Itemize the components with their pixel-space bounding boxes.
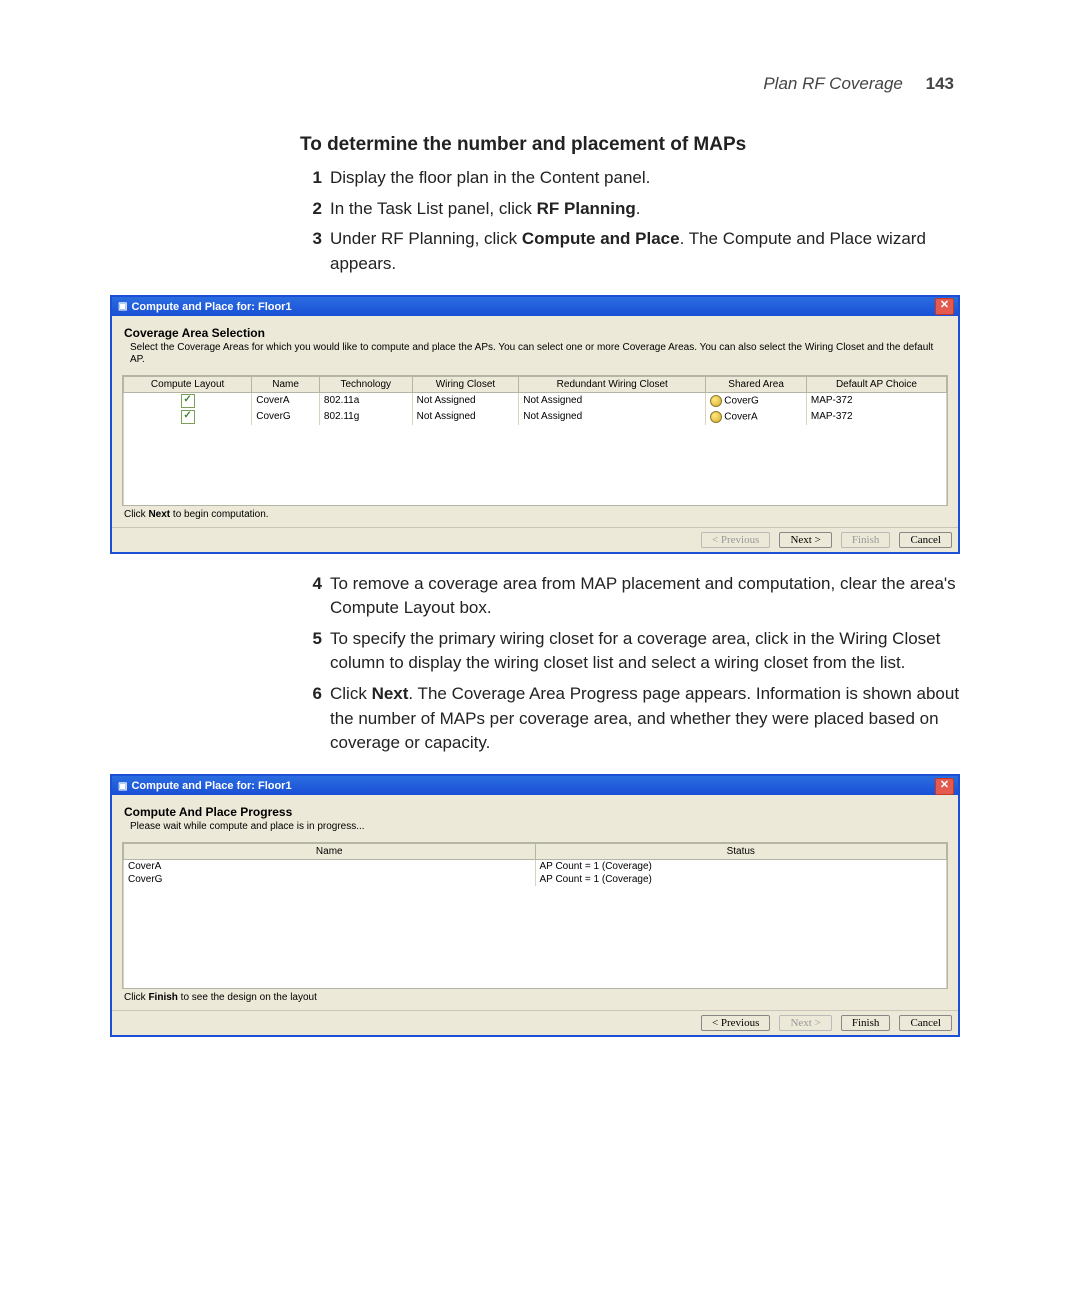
wizard2-desc: Please wait while compute and place is i…	[130, 821, 948, 834]
cancel-button[interactable]: Cancel	[899, 532, 952, 548]
progress-table: NameStatus CoverAAP Count = 1 (Coverage)…	[123, 843, 947, 988]
wizard1-buttons: < Previous Next > Finish Cancel	[112, 527, 958, 552]
checkbox-icon[interactable]: ✓	[181, 410, 195, 424]
step-text: To specify the primary wiring closet for…	[330, 627, 960, 676]
table-row[interactable]: ✓CoverG802.11gNot AssignedNot AssignedCo…	[124, 409, 947, 425]
step-text: Display the floor plan in the Content pa…	[330, 166, 650, 191]
body-text-mid: 4To remove a coverage area from MAP plac…	[300, 572, 960, 756]
wizard1-hint: Click Next to begin computation.	[124, 509, 948, 520]
cell-wiring-closet[interactable]: Not Assigned	[412, 409, 519, 425]
finish-button[interactable]: Finish	[841, 532, 891, 548]
cell-ap[interactable]: MAP-372	[806, 409, 946, 425]
cell-shared: CoverG	[706, 392, 807, 409]
cell-tech: 802.11g	[319, 409, 412, 425]
step-item: 6Click Next. The Coverage Area Progress …	[300, 682, 960, 756]
wizard2-title: Compute and Place for: Floor1	[131, 780, 291, 792]
next-button[interactable]: Next >	[779, 1015, 831, 1031]
cell-name: CoverA	[124, 859, 536, 873]
cell-tech: 802.11a	[319, 392, 412, 409]
cell-name: CoverG	[124, 873, 536, 886]
step-number: 2	[300, 197, 322, 222]
wizard-icon: ▣	[118, 301, 127, 312]
wizard1-title: Compute and Place for: Floor1	[131, 301, 291, 313]
cell-status: AP Count = 1 (Coverage)	[535, 873, 947, 886]
cell-name: CoverG	[252, 409, 320, 425]
cell-redundant-wc[interactable]: Not Assigned	[519, 392, 706, 409]
column-header[interactable]: Default AP Choice	[806, 376, 946, 392]
finish-button[interactable]: Finish	[841, 1015, 891, 1031]
coverage-table: Compute LayoutNameTechnologyWiring Close…	[123, 376, 947, 505]
step-number: 6	[300, 682, 322, 756]
step-item: 1 Display the floor plan in the Content p…	[300, 166, 960, 191]
close-icon[interactable]: ✕	[935, 298, 954, 315]
shared-area-icon	[710, 411, 722, 423]
cell-name: CoverA	[252, 392, 320, 409]
column-header[interactable]: Technology	[319, 376, 412, 392]
previous-button[interactable]: < Previous	[701, 1015, 770, 1031]
column-header[interactable]: Shared Area	[706, 376, 807, 392]
column-header[interactable]: Name	[252, 376, 320, 392]
wizard-progress: ▣ Compute and Place for: Floor1 ✕ Comput…	[110, 774, 960, 1037]
running-header: Plan RF Coverage 143	[110, 74, 954, 94]
body-text-top: To determine the number and placement of…	[300, 134, 960, 277]
step-text: In the Task List panel, click RF Plannin…	[330, 197, 641, 222]
wizard-icon: ▣	[118, 781, 127, 792]
step-item: 4To remove a coverage area from MAP plac…	[300, 572, 960, 621]
checkbox-icon[interactable]: ✓	[181, 394, 195, 408]
step-text: To remove a coverage area from MAP place…	[330, 572, 960, 621]
step-item: 3Under RF Planning, click Compute and Pl…	[300, 227, 960, 276]
cell-redundant-wc[interactable]: Not Assigned	[519, 409, 706, 425]
wizard-coverage-selection: ▣ Compute and Place for: Floor1 ✕ Covera…	[110, 295, 960, 554]
document-page: Plan RF Coverage 143 To determine the nu…	[0, 0, 1080, 1296]
wizard1-heading: Coverage Area Selection	[124, 326, 948, 340]
previous-button[interactable]: < Previous	[701, 532, 770, 548]
cell-wiring-closet[interactable]: Not Assigned	[412, 392, 519, 409]
column-header[interactable]: Status	[535, 843, 947, 859]
page-number: 143	[926, 74, 954, 93]
column-header[interactable]: Name	[124, 843, 536, 859]
next-button[interactable]: Next >	[779, 532, 831, 548]
column-header[interactable]: Compute Layout	[124, 376, 252, 392]
step-item: 5To specify the primary wiring closet fo…	[300, 627, 960, 676]
step-number: 1	[300, 166, 322, 191]
cell-status: AP Count = 1 (Coverage)	[535, 859, 947, 873]
cancel-button[interactable]: Cancel	[899, 1015, 952, 1031]
wizard2-buttons: < Previous Next > Finish Cancel	[112, 1010, 958, 1035]
header-title: Plan RF Coverage	[763, 74, 903, 93]
column-header[interactable]: Wiring Closet	[412, 376, 519, 392]
wizard2-hint: Click Finish to see the design on the la…	[124, 992, 948, 1003]
wizard1-titlebar: ▣ Compute and Place for: Floor1 ✕	[112, 297, 958, 316]
cell-shared: CoverA	[706, 409, 807, 425]
table-row[interactable]: ✓CoverA802.11aNot AssignedNot AssignedCo…	[124, 392, 947, 409]
wizard2-titlebar: ▣ Compute and Place for: Floor1 ✕	[112, 776, 958, 795]
table-row: CoverAAP Count = 1 (Coverage)	[124, 859, 947, 873]
shared-area-icon	[710, 395, 722, 407]
step-number: 5	[300, 627, 322, 676]
close-icon[interactable]: ✕	[935, 778, 954, 795]
step-number: 3	[300, 227, 322, 276]
step-number: 4	[300, 572, 322, 621]
wizard2-heading: Compute And Place Progress	[124, 805, 948, 819]
section-heading: To determine the number and placement of…	[300, 134, 960, 156]
table-row: CoverGAP Count = 1 (Coverage)	[124, 873, 947, 886]
step-text: Click Next. The Coverage Area Progress p…	[330, 682, 960, 756]
step-text: Under RF Planning, click Compute and Pla…	[330, 227, 960, 276]
step-item: 2 In the Task List panel, click RF Planni…	[300, 197, 960, 222]
wizard1-desc: Select the Coverage Areas for which you …	[130, 342, 948, 367]
cell-ap[interactable]: MAP-372	[806, 392, 946, 409]
column-header[interactable]: Redundant Wiring Closet	[519, 376, 706, 392]
